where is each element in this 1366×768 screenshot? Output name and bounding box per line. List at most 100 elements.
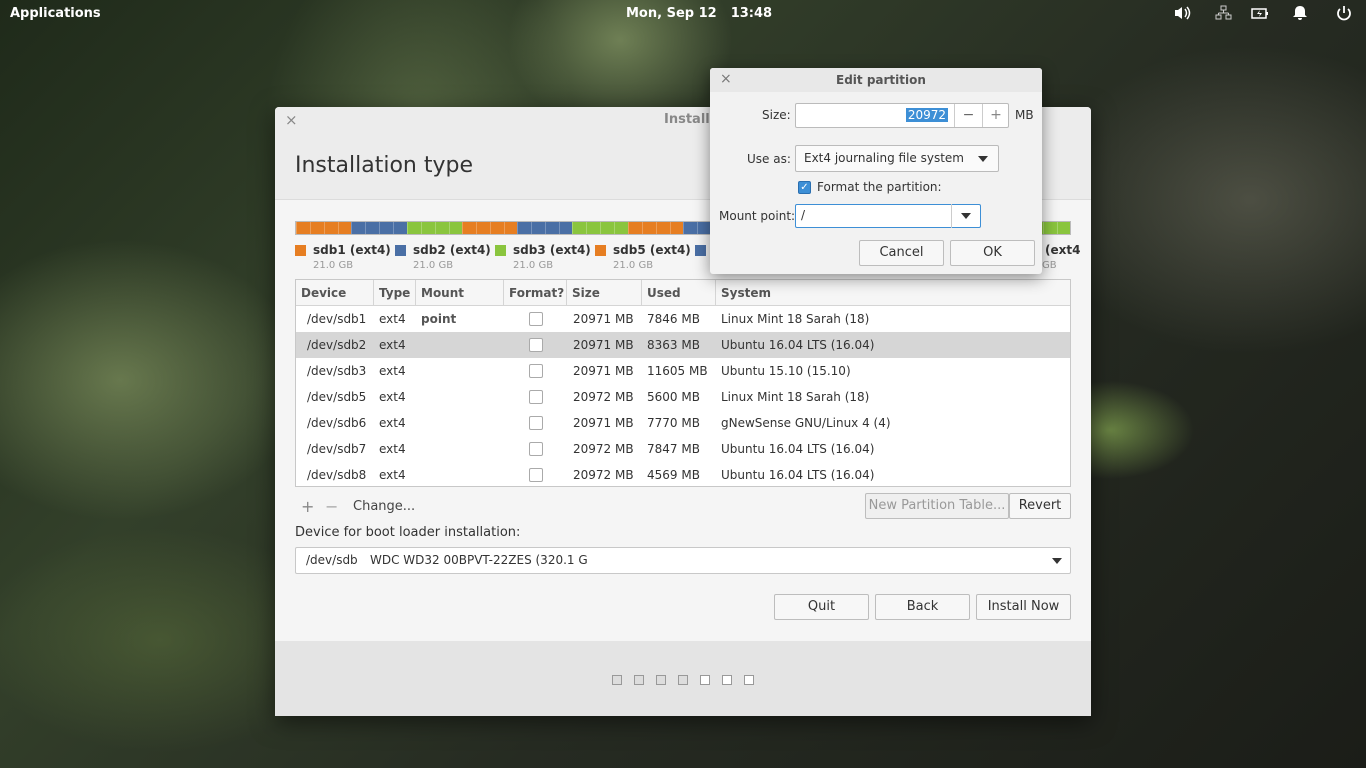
format-checkbox[interactable] xyxy=(529,364,543,378)
progress-footer xyxy=(275,641,1091,716)
partition-segment xyxy=(517,222,573,234)
cell-used: 11605 MB xyxy=(647,364,708,378)
column-mount-point[interactable]: Mount point xyxy=(416,280,504,326)
dialog-title: Edit partition xyxy=(836,73,926,87)
notification-icon[interactable] xyxy=(1290,5,1310,23)
column-format[interactable]: Format? xyxy=(504,280,567,306)
boot-loader-select[interactable]: /dev/sdb WDC WD32 00BPVT-22ZES (320.1 G xyxy=(295,547,1071,574)
cell-type: ext4 xyxy=(379,468,406,482)
progress-step xyxy=(722,675,732,685)
table-row[interactable]: /dev/sdb6 ext4 20971 MB 7770 MB gNewSense GN… xyxy=(296,410,1070,436)
table-row[interactable]: /dev/sdb1 ext4 20971 MB 7846 MB Linux Mint 1… xyxy=(296,306,1070,332)
format-checkbox[interactable] xyxy=(529,338,543,352)
cell-size: 20972 MB xyxy=(573,390,634,404)
size-input[interactable]: 20972 xyxy=(905,108,948,122)
format-checkbox[interactable] xyxy=(529,442,543,456)
format-checkbox[interactable]: ✓ xyxy=(798,181,811,194)
partition-segment xyxy=(406,222,462,234)
cell-size: 20971 MB xyxy=(573,364,634,378)
format-checkbox[interactable] xyxy=(529,390,543,404)
legend-size: GB xyxy=(1042,260,1057,271)
cell-system: Linux Mint 18 Sarah (18) xyxy=(721,312,870,326)
cell-used: 7846 MB xyxy=(647,312,700,326)
page-title: Installation type xyxy=(295,153,473,178)
time-label: 13:48 xyxy=(730,6,773,21)
legend-size: 21.0 GB xyxy=(613,260,654,271)
column-system[interactable]: System xyxy=(716,280,1070,306)
cell-device: /dev/sdb7 xyxy=(307,442,367,456)
column-type[interactable]: Type xyxy=(374,280,416,306)
revert-button[interactable]: Revert xyxy=(1009,493,1071,519)
column-device[interactable]: Device xyxy=(296,280,374,306)
cell-used: 7847 MB xyxy=(647,442,700,456)
boot-device-name: WDC WD32 00BPVT-22ZES (320.1 G xyxy=(370,553,588,567)
cell-device: /dev/sdb8 xyxy=(307,468,367,482)
use-as-label: Use as: xyxy=(747,152,791,166)
back-button[interactable]: Back xyxy=(875,594,970,620)
cell-system: Ubuntu 16.04 LTS (16.04) xyxy=(721,468,875,482)
cell-type: ext4 xyxy=(379,416,406,430)
cancel-button[interactable]: Cancel xyxy=(859,240,944,266)
format-checkbox[interactable] xyxy=(529,468,543,482)
clock[interactable]: Mon, Sep 12 13:48 xyxy=(626,6,786,21)
network-icon[interactable] xyxy=(1214,5,1234,23)
legend-size: 21.0 GB xyxy=(313,260,354,271)
cell-size: 20971 MB xyxy=(573,338,634,352)
ok-button[interactable]: OK xyxy=(950,240,1035,266)
table-row[interactable]: /dev/sdb3 ext4 20971 MB 11605 MB Ubuntu 15.1… xyxy=(296,358,1070,384)
new-partition-table-button[interactable]: New Partition Table... xyxy=(865,493,1009,519)
change-partition-button[interactable]: Change... xyxy=(353,499,415,514)
use-as-value: Ext4 journaling file system xyxy=(804,151,964,165)
column-used[interactable]: Used xyxy=(642,280,716,306)
top-panel: Applications Mon, Sep 12 13:48 xyxy=(0,0,1366,28)
progress-step xyxy=(700,675,710,685)
cell-size: 20972 MB xyxy=(573,442,634,456)
quit-button[interactable]: Quit xyxy=(774,594,869,620)
cell-device: /dev/sdb3 xyxy=(307,364,367,378)
cell-type: ext4 xyxy=(379,442,406,456)
cell-type: ext4 xyxy=(379,312,406,326)
close-icon[interactable]: × xyxy=(285,111,298,129)
table-row[interactable]: /dev/sdb2 ext4 20971 MB 8363 MB Ubuntu 16.04… xyxy=(296,332,1070,358)
legend-name: sdb5 (ext4) xyxy=(613,243,691,257)
size-decrement-button[interactable]: − xyxy=(954,104,982,127)
progress-step xyxy=(678,675,688,685)
legend-name: sdb2 (ext4) xyxy=(413,243,491,257)
install-now-button[interactable]: Install Now xyxy=(976,594,1071,620)
cell-system: gNewSense GNU/Linux 4 (4) xyxy=(721,416,891,430)
legend-size: 21.0 GB xyxy=(413,260,454,271)
column-size[interactable]: Size xyxy=(567,280,642,306)
boot-device: /dev/sdb xyxy=(306,553,358,567)
close-icon[interactable]: × xyxy=(720,71,732,87)
power-icon[interactable] xyxy=(1334,5,1354,23)
size-increment-button[interactable]: + xyxy=(982,104,1009,127)
cell-used: 8363 MB xyxy=(647,338,700,352)
boot-loader-label: Device for boot loader installation: xyxy=(295,525,521,540)
partition-table: Device Type Mount point Format? Size Use… xyxy=(295,279,1071,487)
table-row[interactable]: /dev/sdb5 ext4 20972 MB 5600 MB Linux Mint 1… xyxy=(296,384,1070,410)
cell-device: /dev/sdb2 xyxy=(307,338,367,352)
cell-device: /dev/sdb6 xyxy=(307,416,367,430)
battery-icon[interactable] xyxy=(1250,5,1270,23)
cell-type: ext4 xyxy=(379,338,406,352)
remove-partition-button[interactable]: − xyxy=(325,497,338,516)
format-checkbox[interactable] xyxy=(529,312,543,326)
legend-swatch xyxy=(595,245,606,256)
table-row[interactable]: /dev/sdb8 ext4 20972 MB 4569 MB Ubuntu 16.04… xyxy=(296,462,1070,488)
chevron-down-icon xyxy=(961,213,971,219)
size-spinbox[interactable]: 20972 − + xyxy=(795,103,1009,128)
use-as-select[interactable]: Ext4 journaling file system xyxy=(795,145,999,172)
cell-used: 4569 MB xyxy=(647,468,700,482)
applications-menu[interactable]: Applications xyxy=(10,6,101,21)
date-label: Mon, Sep 12 xyxy=(626,6,717,21)
cell-used: 7770 MB xyxy=(647,416,700,430)
add-partition-button[interactable]: + xyxy=(301,497,314,516)
cell-device: /dev/sdb5 xyxy=(307,390,367,404)
progress-step xyxy=(744,675,754,685)
mount-point-dropdown-button[interactable] xyxy=(951,204,980,228)
format-checkbox[interactable] xyxy=(529,416,543,430)
legend-size: 21.0 GB xyxy=(513,260,554,271)
volume-icon[interactable] xyxy=(1173,5,1193,23)
table-row[interactable]: /dev/sdb7 ext4 20972 MB 7847 MB Ubuntu 16.04… xyxy=(296,436,1070,462)
chevron-down-icon xyxy=(1052,558,1062,564)
